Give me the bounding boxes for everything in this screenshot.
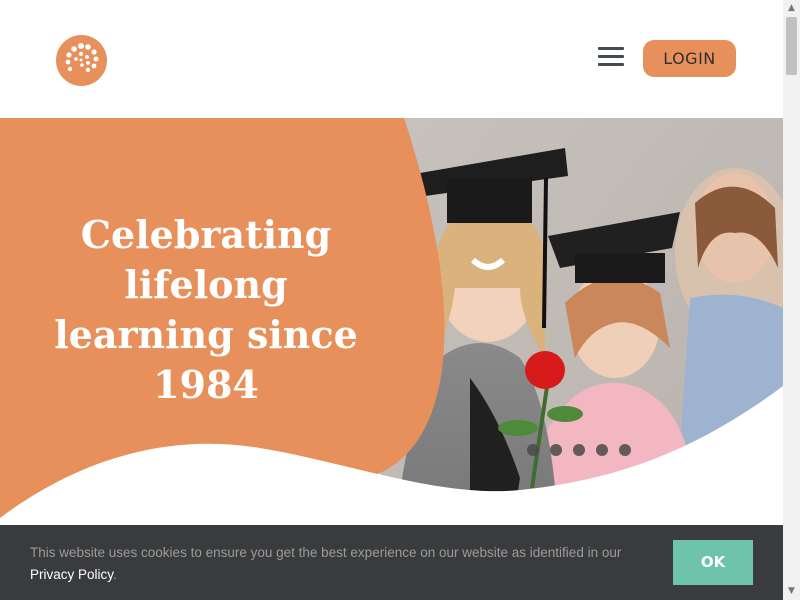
hero-headline-line: learning since — [54, 312, 358, 357]
hero-headline-line: lifelong — [124, 262, 288, 307]
spiral-dots-logo-icon — [65, 43, 99, 73]
scrollbar-thumb[interactable] — [786, 17, 797, 75]
slider-dot-2[interactable] — [550, 444, 562, 456]
login-button[interactable]: LOGIN — [643, 40, 736, 77]
slider-dot-3[interactable] — [573, 444, 585, 456]
hamburger-menu-button[interactable] — [598, 47, 624, 71]
privacy-policy-link[interactable]: Privacy Policy — [30, 567, 113, 582]
scroll-down-arrow-icon[interactable]: ▼ — [783, 583, 800, 600]
scroll-up-arrow-icon[interactable]: ▲ — [783, 0, 800, 17]
hamburger-icon — [598, 47, 624, 66]
site-header: LOGIN — [0, 0, 783, 118]
cookie-ok-button[interactable]: OK — [673, 540, 753, 585]
page: LOGIN Celebrating lifelong learning sinc… — [0, 0, 800, 600]
slider-dot-4[interactable] — [596, 444, 608, 456]
hero-headline: Celebrating lifelong learning since 1984 — [36, 210, 376, 410]
slider-dots — [527, 444, 631, 456]
cookie-message-text: This website uses cookies to ensure you … — [30, 545, 622, 560]
cookie-message-suffix: . — [113, 567, 117, 582]
cookie-banner: This website uses cookies to ensure you … — [0, 525, 783, 600]
site-logo[interactable] — [56, 35, 107, 86]
slider-dot-5[interactable] — [619, 444, 631, 456]
hero-headline-line: Celebrating — [80, 212, 332, 257]
hero-headline-line: 1984 — [153, 362, 259, 407]
cookie-message: This website uses cookies to ensure you … — [30, 542, 650, 586]
vertical-scrollbar[interactable]: ▲ ▼ — [783, 0, 800, 600]
slider-dot-1[interactable] — [527, 444, 539, 456]
